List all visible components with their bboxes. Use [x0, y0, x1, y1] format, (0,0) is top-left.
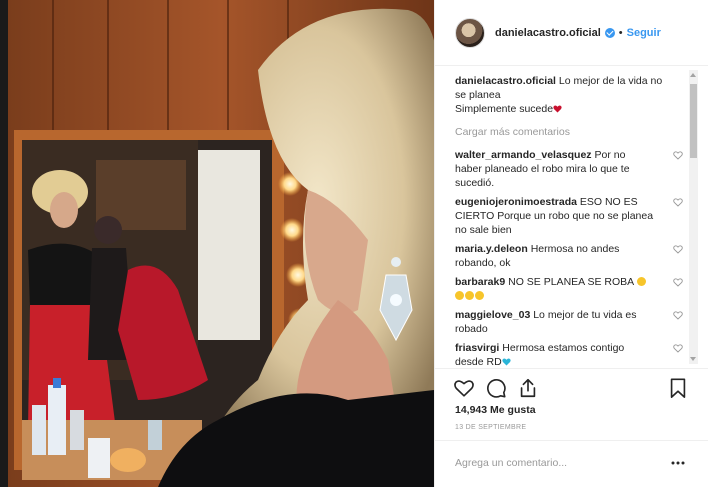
like-comment-heart-icon[interactable] — [673, 245, 683, 254]
blue-heart-emoji-icon — [502, 358, 511, 366]
post-header: danielacastro.oficial • Seguir — [435, 0, 708, 66]
comment-text: NO SE PLANEA SE ROBA — [508, 276, 634, 288]
comment-bubble-icon[interactable] — [485, 377, 507, 399]
like-comment-heart-icon[interactable] — [673, 344, 683, 353]
like-comment-heart-icon[interactable] — [673, 151, 683, 160]
scroll-up-arrow-icon[interactable] — [690, 73, 696, 77]
likes-count[interactable]: 14,943 Me gusta — [455, 404, 536, 416]
separator-dot: • — [618, 26, 623, 39]
comment-item: maggielove_03 Lo mejor de tu vida es rob… — [455, 308, 683, 336]
share-icon[interactable] — [517, 377, 539, 399]
laughing-emoji-icon — [636, 277, 646, 286]
comment-item: barbarak9 NO SE PLANEA SE ROBA — [455, 275, 683, 303]
post-sidebar: danielacastro.oficial • Seguir danielaca… — [434, 0, 708, 487]
comments-list[interactable]: danielacastro.oficial Lo mejor de la vid… — [435, 66, 708, 368]
load-more-comments-link[interactable]: Cargar más comentarios — [455, 126, 669, 138]
add-comment-bar: Agrega un comentario... — [435, 440, 708, 487]
laughing-emoji-icon — [465, 291, 474, 300]
comment-username[interactable]: friasvirgi — [455, 342, 499, 354]
caption-username[interactable]: danielacastro.oficial — [455, 75, 556, 87]
avatar[interactable] — [455, 17, 485, 48]
like-comment-heart-icon[interactable] — [673, 311, 683, 320]
comment-item: friasvirgi Hermosa estamos contigo desde… — [455, 341, 683, 368]
heart-icon[interactable] — [453, 377, 475, 399]
comment-item: walter_armando_velasquez Por no haber pl… — [455, 148, 683, 190]
red-heart-emoji-icon — [553, 105, 562, 113]
comment-username[interactable]: maria.y.deleon — [455, 243, 528, 255]
photo-illustration — [8, 0, 434, 487]
comments-scrollbar[interactable] — [689, 70, 698, 364]
like-comment-heart-icon[interactable] — [673, 278, 683, 287]
caption-text-line2: Simplemente sucede — [455, 103, 554, 115]
comment-username[interactable]: walter_armando_velasquez — [455, 149, 592, 161]
comment-username[interactable]: maggielove_03 — [455, 309, 530, 321]
laughing-emoji-icon — [475, 291, 484, 300]
post-date[interactable]: 13 de septiembre — [455, 424, 526, 431]
comment-item: maria.y.deleon Hermosa no andes robando,… — [455, 242, 683, 270]
comment-username[interactable]: barbarak9 — [455, 276, 505, 288]
bookmark-icon[interactable] — [667, 377, 689, 399]
header-username[interactable]: danielacastro.oficial — [495, 27, 601, 39]
add-comment-input[interactable]: Agrega un comentario... — [455, 457, 567, 469]
instagram-post-window: danielacastro.oficial • Seguir danielaca… — [0, 0, 708, 487]
follow-button[interactable]: Seguir — [627, 27, 661, 39]
laughing-emoji-icon — [455, 291, 464, 300]
like-comment-heart-icon[interactable] — [673, 198, 683, 207]
comment-item: eugeniojeronimoestrada ESO NO ES CIERTO … — [455, 195, 683, 237]
scrollbar-thumb[interactable] — [690, 84, 697, 158]
verified-badge-icon — [604, 27, 615, 38]
post-photo[interactable] — [8, 0, 434, 487]
comment-username[interactable]: eugeniojeronimoestrada — [455, 196, 577, 208]
scroll-down-arrow-icon[interactable] — [690, 357, 696, 361]
left-border — [0, 0, 8, 487]
post-caption: danielacastro.oficial Lo mejor de la vid… — [455, 74, 669, 116]
more-options-icon[interactable] — [671, 461, 685, 465]
